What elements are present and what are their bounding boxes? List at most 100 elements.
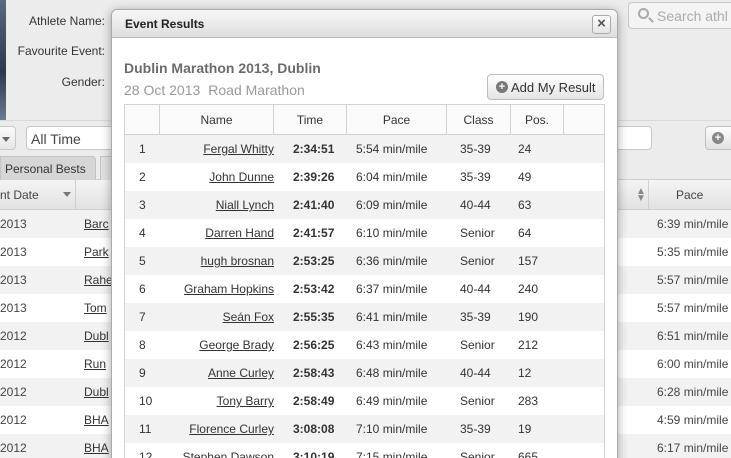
result-pace: 6:41 min/mile <box>356 310 428 324</box>
result-row: 9 Anne Curley 2:58:43 6:48 min/mile 40-44 12 <box>125 359 604 387</box>
event-details: 28 Oct 2013 Road Marathon <box>124 82 305 98</box>
athlete-name-link[interactable]: Darren Hand <box>161 219 274 247</box>
close-icon[interactable]: × <box>592 15 611 34</box>
result-row: 5 hugh brosnan 2:53:25 6:36 min/mile Senior 1… <box>125 247 604 275</box>
event-link[interactable]: Run <box>84 357 106 371</box>
result-time: 2:55:35 <box>293 310 335 324</box>
result-row: 7 Seán Fox 2:55:35 6:41 min/mile 35-39 190 <box>125 303 604 331</box>
result-time: 2:56:25 <box>293 338 335 352</box>
event-date: 2013 <box>0 301 27 315</box>
result-position: 4 <box>139 226 146 240</box>
search-input[interactable]: Search athl <box>628 2 731 29</box>
event-date: 28 Oct 2013 <box>124 82 201 98</box>
athlete-name-link[interactable]: Seán Fox <box>161 303 274 331</box>
athlete-name-link[interactable]: Tony Barry <box>161 387 274 415</box>
sort-icon[interactable]: ▲ ▼ <box>636 187 646 204</box>
favourite-event-label: Favourite Event: <box>17 44 105 58</box>
event-date: 2012 <box>0 441 27 455</box>
result-place: 212 <box>518 338 539 352</box>
result-pace: 6:48 min/mile <box>356 366 428 380</box>
results-table: Name Time Pace Class Pos. 1 Fergal Whitty… <box>124 104 605 458</box>
pace-header[interactable]: Pace <box>676 188 703 202</box>
result-time: 2:58:43 <box>293 366 335 380</box>
column-header-pos <box>125 105 159 135</box>
event-link[interactable]: Park <box>84 245 109 259</box>
result-row: 10 Tony Barry 2:58:49 6:49 min/mile Senior 28… <box>125 387 604 415</box>
result-position: 10 <box>139 394 153 408</box>
result-class: 35-39 <box>460 170 491 184</box>
result-class: 40-44 <box>460 198 491 212</box>
result-position: 5 <box>139 254 146 268</box>
result-class: 40-44 <box>460 282 491 296</box>
athlete-name-link[interactable]: Anne Curley <box>161 359 274 387</box>
athlete-name-link[interactable]: Niall Lynch <box>161 191 274 219</box>
column-header-time[interactable]: Time <box>273 105 346 135</box>
result-class: Senior <box>460 338 495 352</box>
result-place: 240 <box>518 282 539 296</box>
pace-value: 6:00 min/mile <box>657 357 729 371</box>
event-link[interactable]: Barc <box>84 217 109 231</box>
result-time: 3:08:08 <box>293 422 335 436</box>
pace-value: 5:35 min/mile <box>657 245 729 259</box>
filter-field[interactable] <box>612 126 652 150</box>
pace-value: 6:51 min/mile <box>657 329 729 343</box>
athlete-name-label: Athlete Name: <box>28 14 105 28</box>
event-link[interactable]: Dubl <box>84 329 109 343</box>
result-class: Senior <box>460 450 495 458</box>
plus-icon: + <box>712 132 724 144</box>
event-date-header[interactable]: nt Date <box>0 188 39 202</box>
dialog-titlebar[interactable]: Event Results × <box>112 10 617 38</box>
result-place: 49 <box>518 170 532 184</box>
pace-value: 5:57 min/mile <box>657 301 729 315</box>
column-header-position[interactable]: Pos. <box>510 105 563 135</box>
event-type: Road Marathon <box>208 82 305 98</box>
athlete-name-link[interactable]: Stephen Dawson <box>161 443 274 458</box>
filter-dropdown[interactable] <box>0 126 16 150</box>
result-place: 665 <box>518 450 539 458</box>
result-position: 9 <box>139 366 146 380</box>
result-position: 6 <box>139 282 146 296</box>
athlete-name-link[interactable]: Graham Hopkins <box>161 275 274 303</box>
result-position: 7 <box>139 310 146 324</box>
column-header-name[interactable]: Name <box>159 105 273 135</box>
pace-value: 6:17 min/mile <box>657 441 729 455</box>
result-time: 2:41:57 <box>293 226 335 240</box>
dialog-title: Event Results <box>125 17 205 31</box>
athlete-name-link[interactable]: George Brady <box>161 331 274 359</box>
result-pace: 6:37 min/mile <box>356 282 428 296</box>
athlete-name-link[interactable]: Florence Curley <box>161 415 274 443</box>
result-row: 2 John Dunne 2:39:26 6:04 min/mile 35-39 49 <box>125 163 604 191</box>
result-pace: 6:49 min/mile <box>356 394 428 408</box>
add-button[interactable]: + <box>705 126 731 150</box>
column-header-pace[interactable]: Pace <box>346 105 446 135</box>
event-link[interactable]: Rahe <box>84 273 113 287</box>
result-place: 12 <box>518 366 532 380</box>
result-time: 2:53:42 <box>293 282 335 296</box>
sort-down-icon[interactable] <box>63 192 71 197</box>
result-position: 1 <box>139 142 146 156</box>
event-link[interactable]: Tom <box>84 301 107 315</box>
result-class: 35-39 <box>460 310 491 324</box>
athlete-name-link[interactable]: hugh brosnan <box>161 247 274 275</box>
result-row: 4 Darren Hand 2:41:57 6:10 min/mile Senior 64 <box>125 219 604 247</box>
athlete-name-link[interactable]: Fergal Whitty <box>161 135 274 163</box>
result-time: 2:39:26 <box>293 170 335 184</box>
add-my-result-button[interactable]: + Add My Result <box>487 74 604 100</box>
result-position: 12 <box>139 450 153 458</box>
result-time: 2:58:49 <box>293 394 335 408</box>
tab-personal-bests[interactable]: Personal Bests <box>0 156 96 181</box>
result-pace: 6:09 min/mile <box>356 198 428 212</box>
event-link[interactable]: Dubl <box>84 385 109 399</box>
event-name: Dublin Marathon 2013, Dublin <box>124 60 321 76</box>
event-date: 2012 <box>0 357 27 371</box>
column-header-class[interactable]: Class <box>446 105 510 135</box>
result-class: 40-44 <box>460 366 491 380</box>
result-position: 2 <box>139 170 146 184</box>
event-link[interactable]: BHA <box>84 413 109 427</box>
event-link[interactable]: BHA <box>84 441 109 455</box>
result-row: 6 Graham Hopkins 2:53:42 6:37 min/mile 40-44… <box>125 275 604 303</box>
athlete-name-link[interactable]: John Dunne <box>161 163 274 191</box>
pace-value: 6:39 min/mile <box>657 217 729 231</box>
result-class: 35-39 <box>460 422 491 436</box>
pace-value: 4:59 min/mile <box>657 413 729 427</box>
